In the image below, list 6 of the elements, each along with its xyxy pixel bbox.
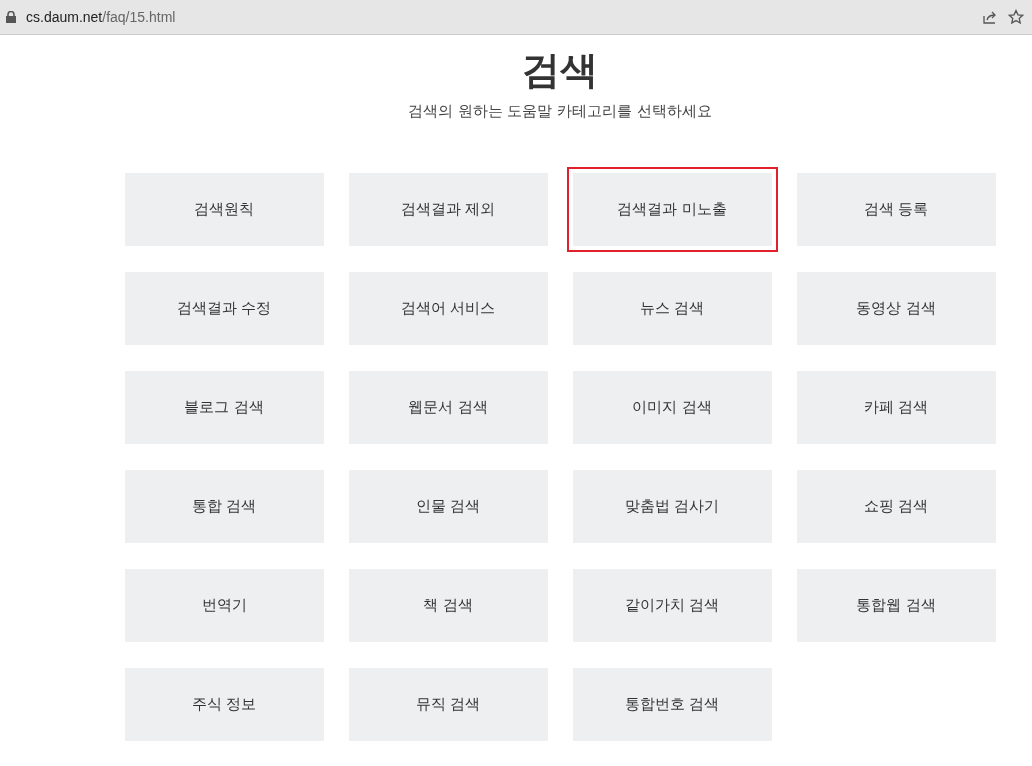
page-subtitle: 검색의 원하는 도움말 카테고리를 선택하세요 xyxy=(407,102,713,121)
lock-icon xyxy=(6,11,16,23)
page-title: 검색 xyxy=(522,47,598,94)
category-button[interactable]: 검색결과 미노출 xyxy=(566,167,778,252)
star-icon[interactable] xyxy=(1008,9,1024,25)
share-icon[interactable] xyxy=(982,9,998,25)
